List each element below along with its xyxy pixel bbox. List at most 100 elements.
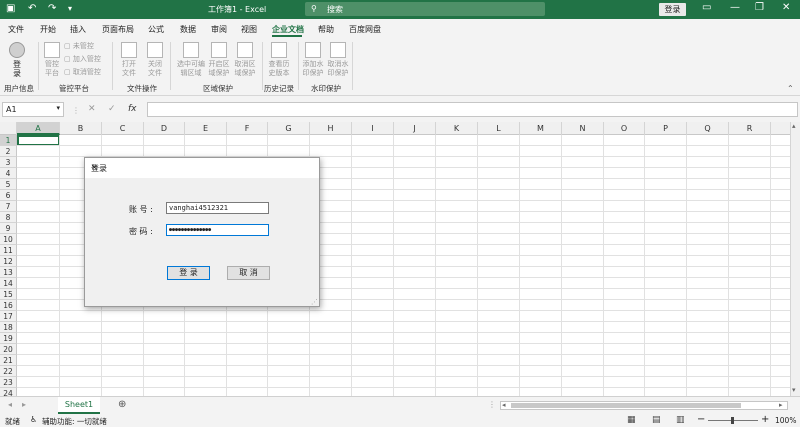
password-input[interactable]: ●●●●●●●●●●●●●●: [166, 224, 269, 236]
row-header-14[interactable]: 14: [0, 278, 17, 289]
name-box-dropdown-icon[interactable]: ▾: [56, 104, 60, 112]
menu-view[interactable]: 视图: [241, 24, 257, 35]
name-box[interactable]: A1 ▾: [2, 102, 64, 117]
next-sheet-icon[interactable]: ▸: [22, 400, 26, 409]
cancel-watermark-button[interactable]: 取消水印保护: [326, 42, 350, 78]
row-header-22[interactable]: 22: [0, 366, 17, 377]
undo-icon[interactable]: ↶: [28, 3, 36, 15]
account-input[interactable]: vanghai4512321: [166, 202, 269, 214]
scroll-down-icon[interactable]: ▾: [792, 386, 796, 394]
sheet-tab-sheet1[interactable]: Sheet1: [58, 397, 100, 414]
unmanaged-button[interactable]: ▢ 未管控: [64, 41, 94, 51]
column-header-c[interactable]: C: [102, 122, 144, 135]
add-watermark-button[interactable]: 添加水印保护: [301, 42, 325, 78]
resize-grip-icon[interactable]: ⋰: [311, 298, 318, 306]
sheet-bar-grip-icon[interactable]: ⋮: [488, 400, 496, 409]
row-header-16[interactable]: 16: [0, 300, 17, 311]
add-control-button[interactable]: ▢ 加入管控: [64, 54, 101, 64]
dialog-close-icon[interactable]: ✕: [91, 163, 98, 172]
zoom-in-icon[interactable]: +: [761, 414, 769, 425]
row-header-12[interactable]: 12: [0, 256, 17, 267]
row-header-3[interactable]: 3: [0, 157, 17, 168]
column-header-o[interactable]: O: [604, 122, 645, 135]
prev-sheet-icon[interactable]: ◂: [8, 400, 12, 409]
menu-help[interactable]: 帮助: [318, 24, 334, 35]
column-header-e[interactable]: E: [185, 122, 227, 135]
row-header-5[interactable]: 5: [0, 179, 17, 190]
open-area-protection-button[interactable]: 开启区域保护: [206, 42, 232, 78]
scroll-up-icon[interactable]: ▴: [792, 122, 796, 130]
normal-view-icon[interactable]: ▦: [627, 415, 636, 425]
horizontal-scroll-thumb[interactable]: [511, 403, 741, 408]
menu-insert[interactable]: 插入: [70, 24, 86, 35]
column-header-q[interactable]: Q: [687, 122, 729, 135]
menu-home[interactable]: 开始: [40, 24, 56, 35]
column-header-d[interactable]: D: [144, 122, 185, 135]
vertical-scrollbar[interactable]: ▴ ▾: [790, 122, 800, 396]
collapse-ribbon-icon[interactable]: ⌃: [787, 84, 794, 93]
login-cancel-button[interactable]: 取 消: [227, 266, 270, 280]
close-file-button[interactable]: 关闭文件: [144, 42, 166, 78]
user-login-button[interactable]: 登录: [6, 42, 28, 78]
page-break-view-icon[interactable]: ▥: [676, 415, 685, 425]
formula-input[interactable]: [147, 102, 798, 117]
redo-icon[interactable]: ↷: [48, 3, 56, 15]
menu-data[interactable]: 数据: [180, 24, 196, 35]
select-editable-area-button[interactable]: 选中可编辑区域: [176, 42, 206, 78]
row-header-6[interactable]: 6: [0, 190, 17, 201]
scroll-right-icon[interactable]: ▸: [779, 401, 783, 409]
save-icon[interactable]: ▣: [6, 3, 15, 15]
menu-formulas[interactable]: 公式: [148, 24, 164, 35]
row-header-20[interactable]: 20: [0, 344, 17, 355]
column-header-l[interactable]: L: [478, 122, 520, 135]
view-history-button[interactable]: 查看历史版本: [266, 42, 292, 78]
column-header-m[interactable]: M: [520, 122, 562, 135]
row-header-9[interactable]: 9: [0, 223, 17, 234]
row-header-24[interactable]: 24: [0, 388, 17, 396]
zoom-slider-thumb[interactable]: [731, 417, 734, 424]
cancel-area-protection-button[interactable]: 取消区域保护: [232, 42, 258, 78]
ribbon-options-icon[interactable]: ▭: [702, 2, 711, 13]
menu-review[interactable]: 审阅: [211, 24, 227, 35]
menu-baidu-netdisk[interactable]: 百度网盘: [349, 24, 381, 35]
zoom-level[interactable]: 100%: [775, 416, 796, 425]
column-header-n[interactable]: N: [562, 122, 604, 135]
accessibility-status[interactable]: 辅助功能: 一切就绪: [42, 416, 107, 427]
zoom-out-icon[interactable]: −: [697, 414, 705, 425]
column-header-r[interactable]: R: [729, 122, 771, 135]
column-header-f[interactable]: F: [227, 122, 268, 135]
row-header-7[interactable]: 7: [0, 201, 17, 212]
row-header-10[interactable]: 10: [0, 234, 17, 245]
row-header-2[interactable]: 2: [0, 146, 17, 157]
row-header-4[interactable]: 4: [0, 168, 17, 179]
minimize-icon[interactable]: —: [730, 2, 740, 13]
row-header-19[interactable]: 19: [0, 333, 17, 344]
cancel-control-button[interactable]: ▢ 取消管控: [64, 67, 101, 77]
column-header-a[interactable]: A: [17, 122, 60, 135]
row-header-18[interactable]: 18: [0, 322, 17, 333]
column-header-b[interactable]: B: [60, 122, 102, 135]
horizontal-scrollbar[interactable]: ◂ ▸: [500, 401, 788, 410]
close-icon[interactable]: ✕: [782, 2, 790, 13]
row-header-1[interactable]: 1: [0, 135, 17, 146]
row-header-21[interactable]: 21: [0, 355, 17, 366]
menu-enterprise-docs[interactable]: 企业文档: [272, 24, 304, 35]
select-all-corner[interactable]: [0, 122, 17, 135]
column-header-j[interactable]: J: [394, 122, 436, 135]
column-header-h[interactable]: H: [310, 122, 352, 135]
maximize-icon[interactable]: ❐: [755, 2, 764, 13]
login-button[interactable]: 登录: [659, 3, 686, 16]
menu-page-layout[interactable]: 页面布局: [102, 24, 134, 35]
row-header-11[interactable]: 11: [0, 245, 17, 256]
open-file-button[interactable]: 打开文件: [118, 42, 140, 78]
row-header-17[interactable]: 17: [0, 311, 17, 322]
login-submit-button[interactable]: 登 录: [167, 266, 210, 280]
column-header-p[interactable]: P: [645, 122, 687, 135]
column-header-i[interactable]: I: [352, 122, 394, 135]
cancel-entry-icon[interactable]: ✕: [88, 104, 96, 114]
row-header-8[interactable]: 8: [0, 212, 17, 223]
quick-access-dropdown-icon[interactable]: ▾: [68, 3, 72, 15]
column-header-g[interactable]: G: [268, 122, 310, 135]
scroll-left-icon[interactable]: ◂: [502, 401, 506, 409]
page-layout-view-icon[interactable]: ▤: [652, 415, 661, 425]
